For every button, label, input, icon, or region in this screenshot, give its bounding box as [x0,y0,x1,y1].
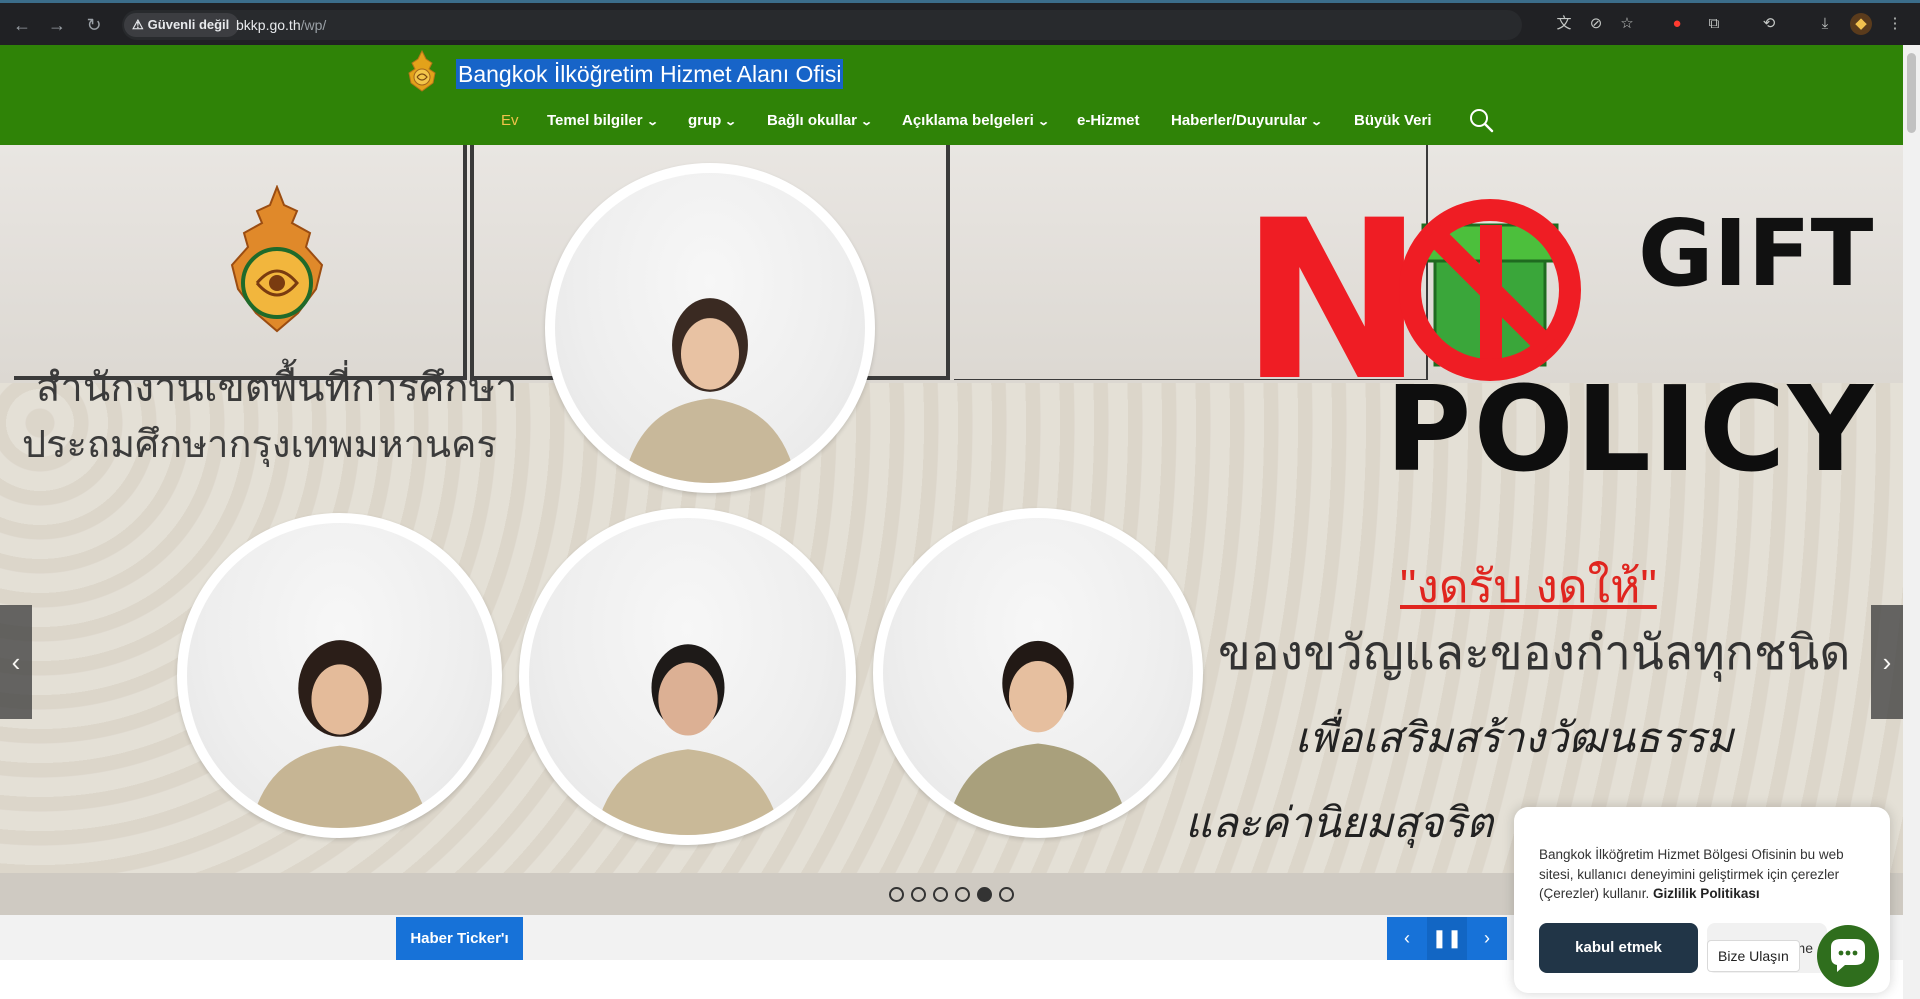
chevron-left-icon: ‹ [11,647,21,677]
security-label: Güvenli değil [147,17,230,32]
slogan-red: "งดรับ งดให้" [1400,560,1657,612]
browser-toolbar: ← → ↻ ⚠ Güvenli değil bkkp.go.th/wp/ 文 ⊘ … [0,0,1920,45]
menu-label: Açıklama belgeleri [902,112,1034,129]
extension-red-icon[interactable]: ● [1666,13,1688,35]
chat-bubble-icon [1831,939,1865,972]
menu-item-news[interactable]: Haberler/Duyurular ⌄ [1171,110,1323,133]
slide-dot[interactable] [889,887,904,902]
person-silhouette-icon [594,644,781,835]
slogan-line3: เพื่อเสริมสร้างวัฒนธรรม [1295,714,1734,761]
privacy-policy-link[interactable]: Gizlilik Politikası [1653,886,1760,901]
menu-label: Büyük Veri [1354,112,1432,129]
menu-label: Haberler/Duyurular [1171,112,1307,129]
obec-emblem-icon [230,185,324,333]
slide-dot[interactable] [911,887,926,902]
person-silhouette-icon [250,639,429,828]
menu-item-e-service[interactable]: e-Hizmet [1077,110,1140,132]
url-path: /wp/ [300,17,327,33]
history-icon[interactable]: ⟲ [1758,13,1780,35]
hero-slider[interactable]: สำนักงานเขตพื้นที่การศึกษา ประถมศึกษากรุ… [0,145,1903,915]
page-scrollbar[interactable] [1903,45,1920,999]
deputy-portrait-2 [519,508,856,845]
security-chip[interactable]: ⚠ Güvenli değil [124,13,240,37]
menu-item-documents[interactable]: Açıklama belgeleri ⌄ [902,110,1050,133]
menu-label: e-Hizmet [1077,112,1140,129]
chevron-down-icon: ⌄ [1036,116,1050,128]
chevron-right-icon: › [1484,928,1490,948]
address-bar[interactable]: ⚠ Güvenli değil bkkp.go.th/wp/ [122,10,1522,40]
menu-label: grup [688,112,722,129]
chevron-down-icon: ⌄ [860,116,874,128]
slider-next-button[interactable]: › [1871,605,1903,719]
chevron-down-icon: ⌄ [645,116,659,128]
menu-label: Bağlı okullar [767,112,858,129]
chevron-down-icon: ⌄ [1310,116,1323,128]
forward-icon[interactable]: → [45,13,69,37]
gift-word: GIFT [1638,200,1874,307]
download-icon[interactable]: ⤓ [1814,13,1836,35]
slider-prev-button[interactable]: ‹ [0,605,32,719]
translate-icon[interactable]: 文 [1553,13,1575,35]
contact-us-tooltip[interactable]: Bize Ulaşın [1707,940,1800,972]
search-icon[interactable] [1468,107,1494,133]
eye-off-icon[interactable]: ⊘ [1585,13,1607,35]
policy-word: POLICY [1385,360,1875,498]
ticker-next-button[interactable]: › [1467,917,1507,960]
menu-item-basic-info[interactable]: Temel bilgiler ⌄ [547,110,659,133]
person-silhouette-icon [623,298,797,483]
slide-dot[interactable] [933,887,948,902]
url-text: bkkp.go.th/wp/ [236,10,326,40]
chat-button[interactable] [1817,925,1879,987]
chevron-right-icon: › [1882,647,1892,677]
ticker-label: Haber Ticker'ı [396,917,523,960]
chevron-left-icon: ‹ [1404,928,1410,948]
person-silhouette-icon [947,641,1129,828]
office-logo-icon[interactable] [405,49,439,93]
cookie-message: Bangkok İlköğretim Hizmet Bölgesi Ofisin… [1539,845,1859,904]
more-menu-icon[interactable]: ⋮ [1884,13,1906,35]
slide-dot[interactable] [955,887,970,902]
menu-label: Temel bilgiler [547,112,643,129]
menu-item-home[interactable]: Ev [501,110,519,132]
url-host: bkkp.go.th [236,17,301,33]
slide-dot[interactable] [999,887,1014,902]
site-header: Bangkok İlköğretim Hizmet Alanı Ofisi Ev… [0,45,1903,145]
extensions-puzzle-icon[interactable]: ⧉ [1703,13,1725,35]
ticker-pause-button[interactable]: ❚❚ [1427,917,1467,960]
slogan-line2: ของขวัญและของกำนัลทุกชนิด [1218,627,1851,680]
deputy-portrait-3 [873,508,1203,838]
menu-label: Ev [501,112,519,129]
chevron-down-icon: ⌄ [724,116,738,128]
profile-avatar-icon[interactable]: ◆ [1850,13,1872,35]
menu-item-group[interactable]: grup ⌄ [688,110,738,133]
scrollbar-thumb[interactable] [1907,53,1916,133]
menu-item-big-data[interactable]: Büyük Veri [1354,110,1432,132]
reload-icon[interactable]: ↻ [82,13,106,37]
back-icon[interactable]: ← [10,13,34,37]
office-name-line1: สำนักงานเขตพื้นที่การศึกษา [36,366,518,410]
warning-icon: ⚠ [132,17,144,32]
slogan-line4: และค่านิยมสุจริต [1185,799,1494,846]
menu-item-schools[interactable]: Bağlı okullar ⌄ [767,110,874,133]
ticker-prev-button[interactable]: ‹ [1387,917,1427,960]
office-name-line2: ประถมศึกษากรุงเทพมหานคร [22,424,497,466]
director-portrait [545,163,875,493]
bookmark-star-icon[interactable]: ☆ [1616,13,1638,35]
slide-dot-active[interactable] [977,887,992,902]
site-title[interactable]: Bangkok İlköğretim Hizmet Alanı Ofisi [456,59,844,89]
accept-cookies-button[interactable]: kabul etmek [1539,923,1698,973]
pause-icon: ❚❚ [1431,928,1463,948]
deputy-portrait-1 [177,513,502,838]
